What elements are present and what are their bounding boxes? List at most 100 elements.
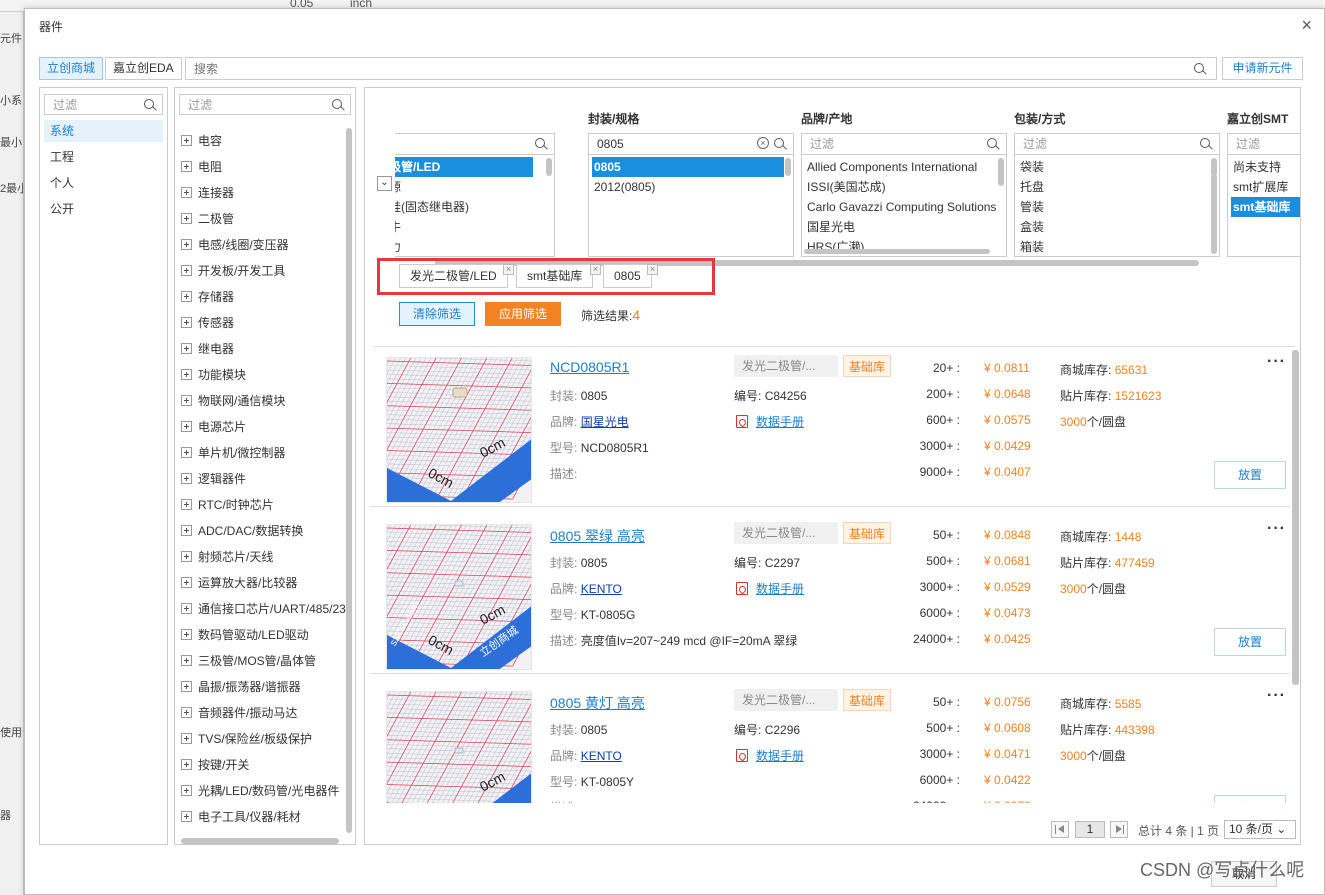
category-item[interactable]: 运算放大器/比较器	[181, 573, 297, 593]
category-item[interactable]: 电阻	[181, 157, 222, 177]
expand-icon[interactable]	[181, 395, 192, 406]
filter-option[interactable]: 极管/LED	[395, 157, 533, 177]
results-scrollbar[interactable]	[1292, 350, 1299, 685]
tab-jlceda[interactable]: 嘉立创EDA	[105, 57, 182, 80]
apply-filter-button[interactable]: 应用筛选	[485, 302, 561, 326]
product-thumbnail[interactable]: 0cm 0cm szlcsc.com 立创商城	[386, 524, 532, 670]
place-button[interactable]: 放置	[1214, 461, 1286, 489]
filter-option[interactable]: 硅(固态继电器)	[395, 197, 533, 217]
category-item[interactable]: 功能模块	[181, 365, 246, 385]
filter-column-hscrollbar[interactable]	[804, 249, 990, 254]
category-item[interactable]: 电源芯片	[181, 417, 246, 437]
expand-icon[interactable]	[181, 551, 192, 562]
filter-option[interactable]: 力	[395, 237, 533, 256]
library-item-project[interactable]: 工程	[44, 146, 163, 168]
filter-option[interactable]: smt扩展库	[1231, 177, 1300, 197]
tag-close-icon[interactable]: ×	[647, 264, 658, 275]
filter-option[interactable]: ISSI(美国芯成)	[805, 177, 997, 197]
expand-icon[interactable]	[181, 785, 192, 796]
category-item[interactable]: 光耦/LED/数码管/光电器件	[181, 781, 339, 801]
expand-icon[interactable]	[181, 447, 192, 458]
datasheet[interactable]: 数据手册	[736, 747, 804, 764]
expand-icon[interactable]	[181, 811, 192, 822]
search-icon[interactable]	[1194, 63, 1206, 75]
filter-option[interactable]: 箱装	[1018, 237, 1210, 256]
search-input[interactable]	[186, 58, 1176, 79]
product-thumbnail[interactable]: 0cm0cm	[386, 691, 532, 803]
expand-icon[interactable]	[181, 343, 192, 354]
category-item[interactable]: 电子工具/仪器/耗材	[181, 807, 301, 827]
library-item-system[interactable]: 系统	[44, 120, 163, 142]
expand-icon[interactable]	[181, 707, 192, 718]
filter-option[interactable]: 牛	[395, 217, 533, 237]
search-icon[interactable]	[987, 138, 999, 150]
tab-lcsc[interactable]: 立创商城	[39, 57, 104, 80]
category-item[interactable]: 三极管/MOS管/晶体管	[181, 651, 316, 671]
search-icon[interactable]	[332, 99, 344, 111]
search-icon[interactable]	[535, 138, 547, 150]
filter-column-scrollbar[interactable]	[546, 158, 552, 176]
brand-link[interactable]: 国星光电	[581, 415, 629, 429]
product-thumbnail[interactable]: 0cm0cm	[386, 357, 532, 503]
close-icon[interactable]: ×	[1301, 15, 1312, 36]
category-item[interactable]: 电感/线圈/变压器	[181, 235, 289, 255]
filter-option[interactable]: 托盘	[1018, 177, 1210, 197]
place-button[interactable]: 放置	[1214, 628, 1286, 656]
category-item[interactable]: 晶振/振荡器/谐振器	[181, 677, 301, 697]
category-item[interactable]: 存储器	[181, 287, 234, 307]
category-item[interactable]: 单片机/微控制器	[181, 443, 285, 463]
clear-filter-button[interactable]: 清除筛选	[399, 302, 475, 326]
expand-icon[interactable]	[181, 603, 192, 614]
filter-column-scrollbar[interactable]	[998, 158, 1004, 186]
expand-icon[interactable]	[181, 655, 192, 666]
category-item[interactable]: 数码管驱动/LED驱动	[181, 625, 309, 645]
filter-option[interactable]: 国星光电	[805, 217, 997, 237]
filter-column-input[interactable]	[1228, 134, 1284, 153]
category-hscrollbar[interactable]	[181, 838, 339, 844]
category-item[interactable]: 二极管	[181, 209, 234, 229]
expand-icon[interactable]	[181, 577, 192, 588]
expand-icon[interactable]	[181, 681, 192, 692]
category-item[interactable]: 电容	[181, 131, 222, 151]
filter-column-input[interactable]	[802, 134, 968, 153]
datasheet-link[interactable]: 数据手册	[756, 582, 804, 596]
expand-icon[interactable]	[181, 421, 192, 432]
last-page-button[interactable]	[1110, 821, 1128, 838]
filter-option[interactable]: smt基础库	[1231, 197, 1300, 217]
category-item[interactable]: TVS/保险丝/板级保护	[181, 729, 312, 749]
library-item-public[interactable]: 公开	[44, 198, 163, 220]
filter-option[interactable]: 2012(0805)	[592, 177, 784, 197]
brand-link[interactable]: KENTO	[581, 582, 622, 596]
more-icon[interactable]: ···	[1267, 353, 1286, 371]
category-item[interactable]: 射频芯片/天线	[181, 547, 273, 567]
tag-close-icon[interactable]: ×	[503, 264, 514, 275]
filter-column-scrollbar[interactable]	[1211, 174, 1217, 254]
expand-icon[interactable]	[181, 187, 192, 198]
datasheet-link[interactable]: 数据手册	[756, 749, 804, 763]
library-item-personal[interactable]: 个人	[44, 172, 163, 194]
expand-icon[interactable]	[181, 473, 192, 484]
category-item[interactable]: 开发板/开发工具	[181, 261, 285, 281]
page-size-select[interactable]: 10 条/页 ⌄	[1224, 820, 1296, 839]
chevron-down-icon[interactable]: ⌄	[377, 176, 392, 191]
category-item[interactable]: 继电器	[181, 339, 234, 359]
filter-option[interactable]: Allied Components International	[805, 157, 997, 177]
category-item[interactable]: 按键/开关	[181, 755, 249, 775]
expand-icon[interactable]	[181, 213, 192, 224]
category-filter-input[interactable]	[180, 95, 326, 114]
more-icon[interactable]: ···	[1267, 520, 1286, 538]
filter-option[interactable]: 盒装	[1018, 217, 1210, 237]
product-name-link[interactable]: 0805 黄灯 高亮	[550, 693, 645, 713]
datasheet[interactable]: 数据手册	[736, 413, 804, 430]
filter-option[interactable]: Carlo Gavazzi Computing Solutions	[805, 197, 997, 217]
filter-column-scrollbar[interactable]	[785, 158, 791, 176]
filter-column-input[interactable]	[395, 134, 515, 153]
category-item[interactable]: 音频器件/振动马达	[181, 703, 297, 723]
place-button[interactable]: 放置	[1214, 795, 1286, 803]
expand-icon[interactable]	[181, 629, 192, 640]
filter-option[interactable]: 尚未支持	[1231, 157, 1300, 177]
tag-close-icon[interactable]: ×	[590, 264, 601, 275]
search-icon[interactable]	[774, 138, 786, 150]
expand-icon[interactable]	[181, 369, 192, 380]
first-page-button[interactable]	[1051, 821, 1069, 838]
